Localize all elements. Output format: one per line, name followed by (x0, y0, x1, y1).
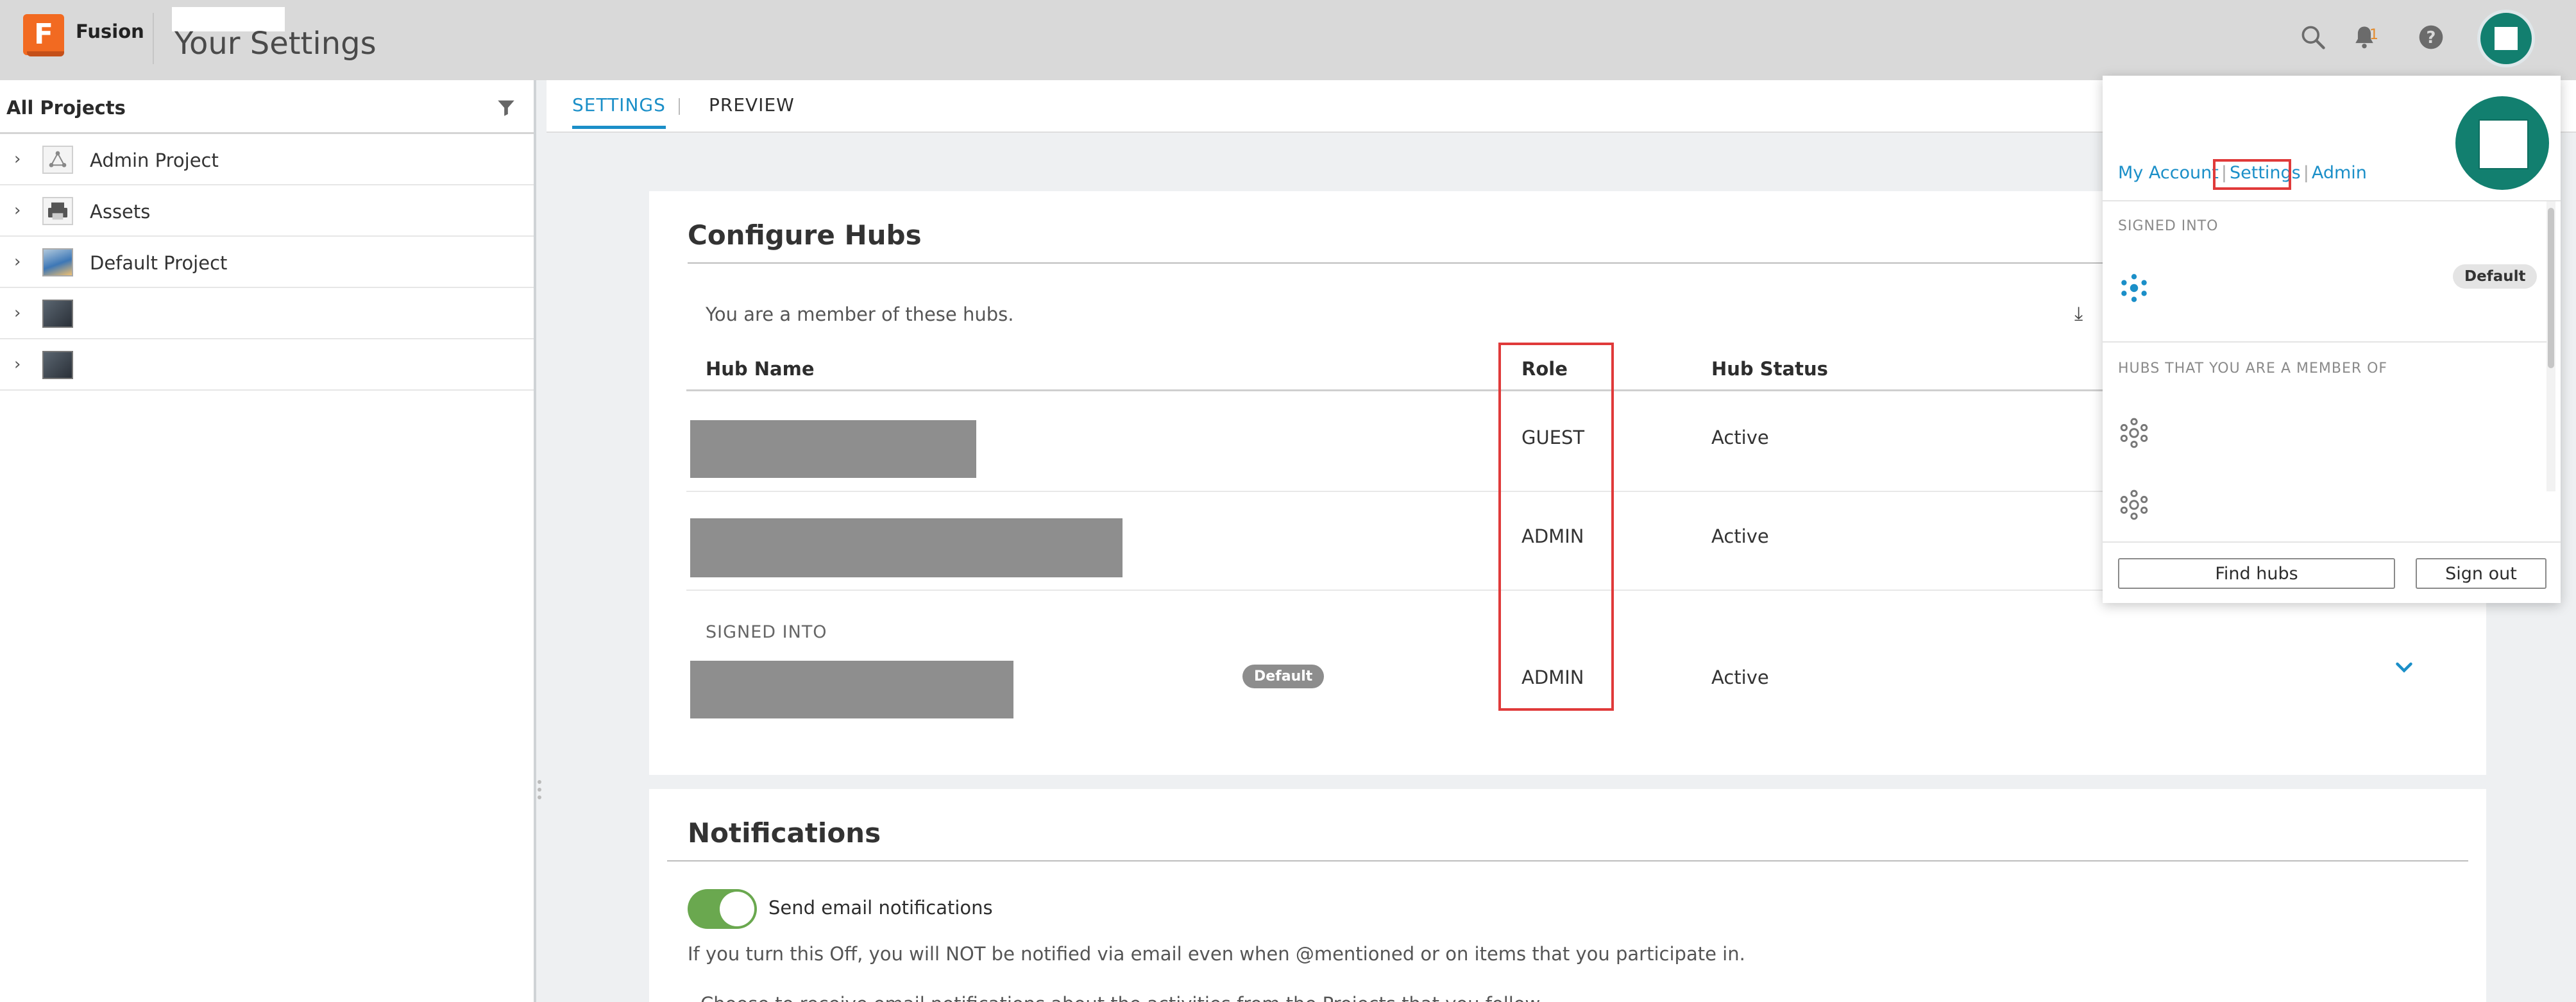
project-thumbnail (42, 248, 73, 276)
notification-description: If you turn this Off, you will NOT be no… (688, 943, 1745, 965)
project-row[interactable]: › (0, 339, 534, 391)
project-name: Admin Project (90, 149, 219, 171)
project-row[interactable]: › Admin Project (0, 134, 534, 185)
project-panel: All Projects › Admin Project › Assets › … (0, 80, 536, 1002)
project-thumbnail (42, 351, 73, 379)
menu-divider (2103, 200, 2561, 201)
fusion-logo-icon[interactable]: F (23, 14, 64, 56)
menu-scrollbar[interactable] (2546, 201, 2555, 491)
notification-followup-text: Choose to receive email notifications ab… (700, 993, 1540, 1002)
row-divider (686, 590, 2142, 591)
download-icon[interactable]: ⤓ (2074, 303, 2083, 325)
app-name: Fusion (76, 21, 144, 42)
chevron-right-icon[interactable]: › (14, 355, 21, 374)
find-hubs-button[interactable]: Find hubs (2118, 558, 2395, 589)
help-icon[interactable]: ? (2417, 23, 2445, 51)
menu-divider (2103, 341, 2546, 343)
project-row[interactable]: › Assets (0, 185, 534, 237)
tab-divider (679, 98, 680, 115)
toggle-label: Send email notifications (768, 897, 993, 919)
signed-into-label: SIGNED INTO (706, 622, 827, 642)
search-icon[interactable] (2299, 23, 2327, 51)
signed-into-heading: SIGNED INTO (2118, 218, 2219, 234)
chevron-right-icon[interactable]: › (14, 201, 21, 220)
tab-settings[interactable]: SETTINGS (572, 94, 666, 129)
email-notifications-toggle[interactable] (688, 889, 757, 929)
hub-name-redacted (690, 661, 1013, 718)
hub-icon[interactable] (2118, 272, 2150, 304)
admin-link[interactable]: Admin (2312, 163, 2367, 183)
page-title: Your Settings (174, 26, 377, 62)
account-menu: My Account | Settings | Admin SIGNED INTO De… (2103, 76, 2561, 603)
header-divider (153, 13, 154, 64)
role-column-highlight (1498, 343, 1614, 711)
svg-text:?: ? (2427, 28, 2436, 47)
sign-out-button[interactable]: Sign out (2416, 558, 2546, 589)
hub-status: Active (1711, 427, 1769, 448)
project-row[interactable]: › Default Project (0, 237, 534, 288)
menu-divider (2103, 541, 2561, 543)
my-account-link[interactable]: My Account (2118, 163, 2219, 183)
panel-resize-handle[interactable] (538, 776, 543, 815)
hub-status: Active (1711, 525, 1769, 547)
column-header-hub-name[interactable]: Hub Name (706, 358, 815, 380)
tab-preview[interactable]: PREVIEW (709, 94, 795, 126)
project-thumbnail (42, 300, 73, 328)
hub-name-redacted (690, 518, 1123, 577)
notifications-title: Notifications (688, 817, 881, 849)
hub-icon[interactable] (2118, 489, 2150, 521)
settings-link-highlight (2213, 159, 2291, 190)
notifications-card: Notifications Send email notifications I… (649, 789, 2486, 1002)
avatar (2455, 96, 2549, 190)
all-projects-title: All Projects (6, 97, 126, 119)
project-row[interactable]: › (0, 288, 534, 339)
hub-icon[interactable] (2118, 417, 2150, 449)
project-name: Assets (90, 201, 151, 223)
app-header: F Fusion Your Settings 1 ? (0, 0, 2576, 80)
default-badge: Default (2453, 264, 2538, 289)
configure-hubs-title: Configure Hubs (688, 219, 922, 251)
project-panel-header: All Projects (0, 80, 534, 134)
member-hubs-heading: HUBS THAT YOU ARE A MEMBER OF (2118, 361, 2388, 377)
table-header-rule (686, 389, 2142, 391)
project-name: Default Project (90, 252, 228, 274)
filter-icon[interactable] (495, 97, 517, 119)
row-divider (686, 491, 2142, 492)
chevron-down-icon[interactable] (2393, 656, 2416, 679)
notification-count: 1 (2369, 27, 2378, 43)
network-icon (42, 146, 73, 174)
section-divider (667, 860, 2468, 862)
hub-name-redacted (690, 420, 976, 478)
hub-status: Active (1711, 667, 1769, 688)
chevron-right-icon[interactable]: › (14, 252, 21, 271)
column-header-hub-status[interactable]: Hub Status (1711, 358, 1828, 380)
default-badge: Default (1242, 665, 1325, 688)
printer-icon (42, 197, 73, 225)
user-avatar-button[interactable] (2477, 10, 2535, 67)
chevron-right-icon[interactable]: › (14, 149, 21, 169)
chevron-right-icon[interactable]: › (14, 303, 21, 323)
hub-intro-text: You are a member of these hubs. (706, 303, 1014, 325)
